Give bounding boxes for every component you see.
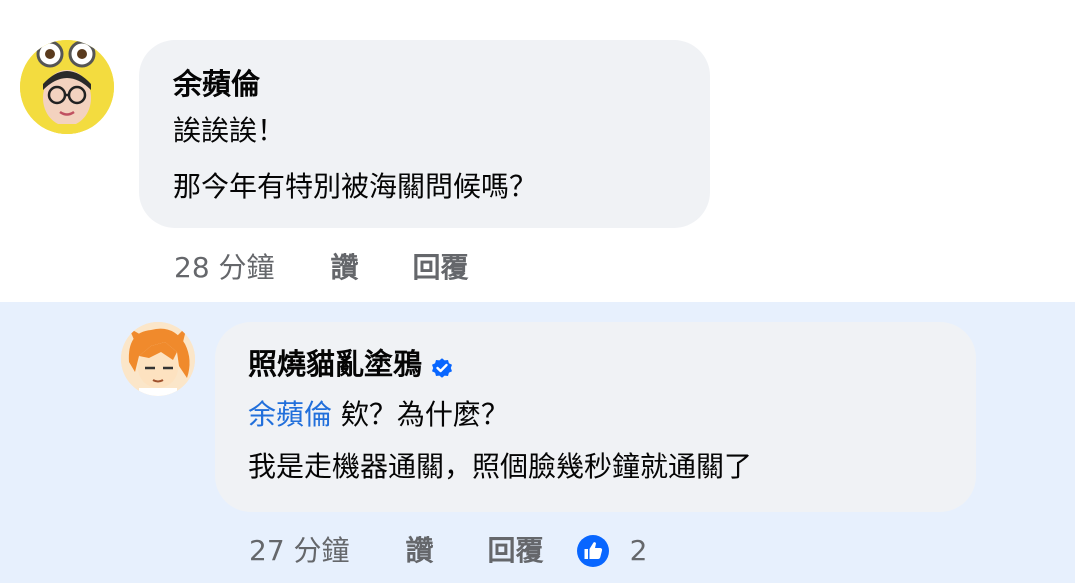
comment-actions: 28 分鐘 讚 回覆 bbox=[174, 250, 501, 286]
comment-text-line: 余蘋倫 欸？為什麼？ bbox=[248, 396, 509, 434]
mention-link[interactable]: 余蘋倫 bbox=[248, 398, 332, 431]
reply-button[interactable]: 回覆 bbox=[488, 533, 544, 569]
reaction-count[interactable]: 2 bbox=[630, 533, 648, 569]
comment-text-line: 我是走機器通關，照個臉幾秒鐘就通關了 bbox=[248, 450, 753, 483]
comment-author[interactable]: 余蘋倫 bbox=[173, 66, 260, 102]
avatar[interactable] bbox=[20, 40, 114, 134]
comment-text-line: 那今年有特別被海關問候嗎？ bbox=[173, 170, 538, 203]
comment-text: 欸？為什麼？ bbox=[332, 398, 509, 431]
verified-badge-icon bbox=[430, 352, 454, 378]
avatar-image bbox=[20, 40, 114, 134]
comment-item: 余蘋倫 誒誒誒！ 那今年有特別被海關問候嗎？ 28 分鐘 讚 回覆 bbox=[0, 0, 1075, 302]
like-button[interactable]: 讚 bbox=[406, 533, 434, 569]
comment-timestamp[interactable]: 28 分鐘 bbox=[174, 250, 275, 286]
like-button[interactable]: 讚 bbox=[331, 250, 359, 286]
comment-timestamp[interactable]: 27 分鐘 bbox=[249, 533, 350, 569]
comment-author[interactable]: 照燒貓亂塗鴉 bbox=[248, 346, 454, 382]
avatar[interactable] bbox=[121, 322, 195, 396]
comment-text-line: 誒誒誒！ bbox=[173, 114, 286, 147]
comment-bubble: 余蘋倫 誒誒誒！ 那今年有特別被海關問候嗎？ bbox=[139, 40, 710, 228]
comment-author-name[interactable]: 照燒貓亂塗鴉 bbox=[248, 347, 422, 381]
comment-bubble: 照燒貓亂塗鴉 余蘋倫 欸？為什麼？ 我是走機器通關，照個臉幾秒鐘就通關了 bbox=[215, 322, 976, 512]
thumbs-up-icon[interactable] bbox=[576, 534, 610, 568]
avatar-image bbox=[121, 322, 195, 396]
comment-actions: 27 分鐘 讚 回覆 2 bbox=[249, 533, 647, 569]
reply-button[interactable]: 回覆 bbox=[413, 250, 469, 286]
